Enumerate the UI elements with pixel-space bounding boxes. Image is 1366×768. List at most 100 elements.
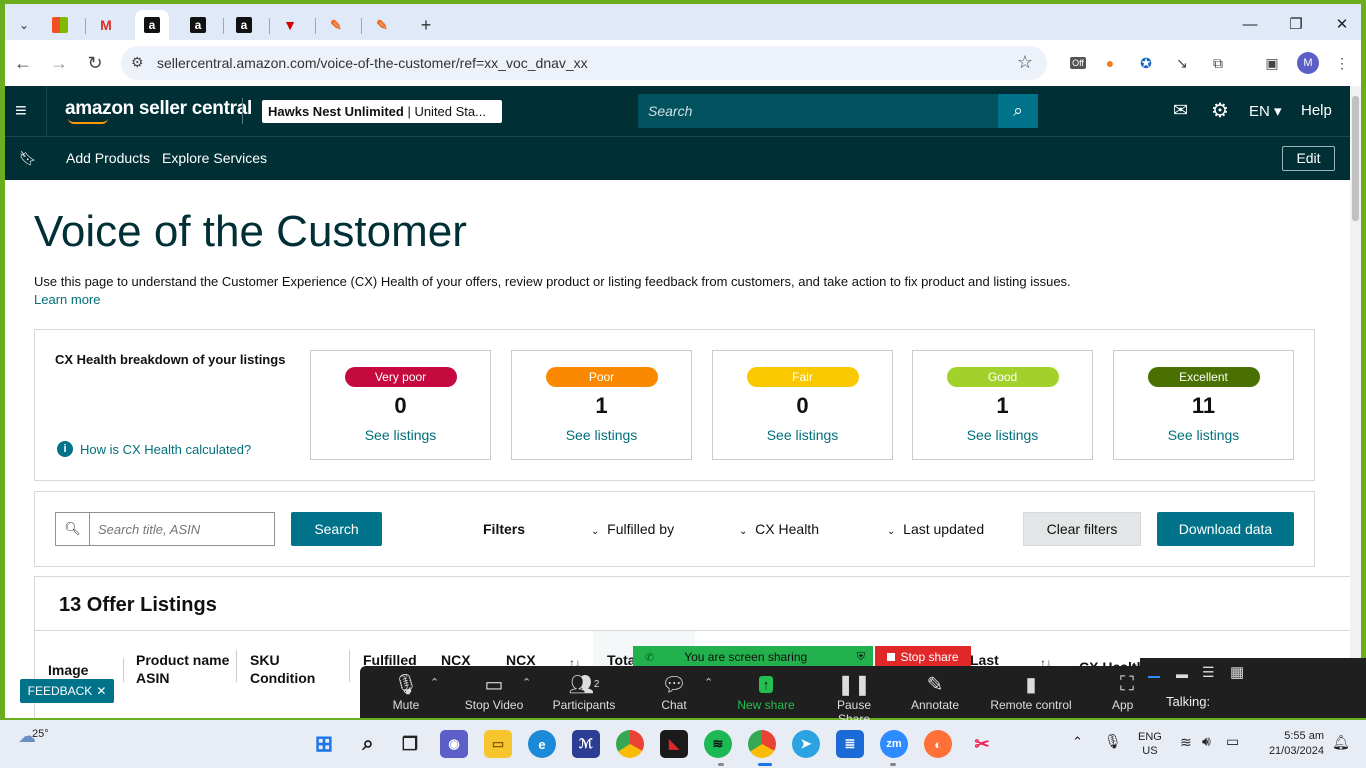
side-panel-icon[interactable]: ▣ (1261, 52, 1283, 74)
see-listings-link[interactable]: See listings (1114, 427, 1293, 443)
view-stack-icon[interactable]: ☰ (1202, 664, 1215, 681)
clock[interactable]: 5:55 am 21/03/2024 (1256, 729, 1324, 759)
forward-button[interactable]: → (45, 49, 73, 77)
stop-video-button[interactable]: ▭ Stop Video (460, 670, 528, 716)
hamburger-menu-icon[interactable]: ≡ (15, 100, 27, 123)
column-product-name[interactable]: Product name ASIN (136, 651, 229, 687)
teams-icon[interactable]: ◉ (440, 730, 468, 758)
tab-amazon-2[interactable]: a (181, 10, 215, 40)
header-search-input[interactable]: Search (638, 94, 998, 128)
see-listings-link[interactable]: See listings (913, 427, 1092, 443)
chevron-up-icon[interactable]: ⌃ (430, 676, 439, 689)
apps-button[interactable]: ⛶ App (1112, 670, 1142, 716)
see-listings-link[interactable]: See listings (713, 427, 892, 443)
nav-explore-services[interactable]: Explore Services (162, 150, 267, 166)
extension-orange-icon[interactable]: ● (1099, 52, 1121, 74)
extension-off-icon[interactable]: Off (1067, 52, 1089, 74)
extensions-puzzle-icon[interactable]: ⧉ (1207, 52, 1229, 74)
telegram-icon[interactable]: ➤ (792, 730, 820, 758)
site-info-icon[interactable]: ⚙ (131, 54, 144, 71)
reload-button[interactable]: ↻ (81, 49, 109, 77)
bookmark-star-icon[interactable]: ☆ (1017, 52, 1033, 73)
new-tab-button[interactable]: + (409, 10, 443, 40)
address-bar[interactable]: ⚙ sellercentral.amazon.com/voice-of-the-… (121, 46, 1047, 80)
language-selector[interactable]: EN ▾ (1249, 102, 1282, 120)
nav-add-products[interactable]: Add Products (66, 150, 150, 166)
stop-share-button[interactable]: Stop share (875, 646, 971, 668)
filter-cx-health[interactable]: ⌄ CX Health (739, 521, 819, 537)
file-explorer-icon[interactable]: ▭ (484, 730, 512, 758)
help-link[interactable]: Help (1301, 102, 1332, 119)
spotify-icon[interactable]: ≋ (704, 730, 732, 758)
annotate-button[interactable]: ✎ Annotate (908, 670, 962, 716)
restore-button[interactable]: ❐ (1273, 10, 1319, 38)
chrome-icon[interactable] (616, 730, 644, 758)
start-windows-icon[interactable]: ⊞ (310, 730, 338, 758)
chat-button[interactable]: 💬︎ Chat (650, 670, 698, 716)
feedback-button[interactable]: FEEDBACK ✕ (20, 679, 114, 703)
seller-central-logo[interactable]: amazon seller central (65, 98, 252, 120)
listing-search-input[interactable] (89, 512, 275, 546)
view-grid-icon[interactable]: ▦ (1230, 663, 1244, 681)
see-listings-link[interactable]: See listings (311, 427, 490, 443)
close-window-button[interactable]: ✕ (1319, 10, 1365, 38)
app-red-icon[interactable]: ◣ (660, 730, 688, 758)
filter-fulfilled-by[interactable]: ⌄ Fulfilled by (591, 521, 674, 537)
task-view-icon[interactable]: ❐ (396, 730, 424, 758)
scrollbar-thumb[interactable] (1352, 96, 1359, 221)
pause-share-button[interactable]: ❚❚ Pause Share (820, 670, 888, 727)
chevron-up-icon[interactable]: ⌃ (1072, 734, 1083, 750)
minimize-button[interactable]: — (1227, 10, 1273, 38)
extension-blue-icon[interactable]: ✪ (1135, 52, 1157, 74)
tab-search-button[interactable]: ⌄ (7, 10, 41, 40)
tab-windows[interactable] (43, 10, 77, 40)
tab-triangle[interactable]: ▼ (273, 10, 307, 40)
chevron-up-icon[interactable]: ⌃ (522, 676, 531, 689)
chevron-up-icon[interactable]: ⌃ (704, 676, 713, 689)
clear-filters-button[interactable]: Clear filters (1023, 512, 1141, 546)
column-sku[interactable]: SKU Condition (250, 651, 315, 687)
see-listings-link[interactable]: See listings (512, 427, 691, 443)
extension-arrow-icon[interactable]: ↘ (1171, 52, 1193, 74)
tab-pen-1[interactable]: ✎ (319, 10, 353, 40)
app-blue-icon[interactable]: ℳ (572, 730, 600, 758)
mute-button[interactable]: 🎙︎ Mute (382, 670, 430, 716)
browser-menu-icon[interactable]: ⋮ (1331, 52, 1353, 74)
view-single-icon[interactable]: ▬ (1176, 667, 1188, 681)
tab-gmail[interactable]: M (89, 10, 123, 40)
close-icon[interactable]: ✕ (96, 684, 106, 698)
input-language[interactable]: ENG US (1138, 730, 1162, 758)
messages-icon[interactable]: ✉ (1173, 100, 1188, 121)
column-image[interactable]: Image (48, 661, 88, 679)
edit-nav-button[interactable]: Edit (1282, 146, 1335, 171)
search-button[interactable]: Search (291, 512, 382, 546)
zoom-icon[interactable]: zm (880, 730, 908, 758)
tab-amazon-3[interactable]: a (227, 10, 261, 40)
page-scrollbar[interactable] (1350, 86, 1361, 718)
learn-more-link[interactable]: Learn more (34, 292, 100, 307)
new-share-button[interactable]: ↑ New share (734, 670, 798, 716)
notifications-icon[interactable]: 🔔︎ (1332, 734, 1350, 751)
battery-icon[interactable]: ▭ (1226, 733, 1239, 750)
settings-gear-icon[interactable]: ⚙ (1211, 98, 1229, 123)
tab-amazon-active[interactable]: a (135, 10, 169, 40)
chrome-profile-icon[interactable] (748, 730, 776, 758)
how-calculated-link[interactable]: How is CX Health calculated? (80, 442, 251, 457)
notepad-icon[interactable]: ≣ (836, 730, 864, 758)
microphone-icon[interactable]: 🎙︎ (1104, 733, 1122, 750)
wifi-icon[interactable]: ≋ (1180, 734, 1192, 751)
search-icon[interactable]: ⌕ (354, 730, 382, 758)
remote-control-button[interactable]: ▮ Remote control (988, 670, 1074, 716)
bookmark-icon[interactable]: 🔖︎ (19, 150, 37, 167)
download-data-button[interactable]: Download data (1157, 512, 1294, 546)
volume-icon[interactable]: 🔊︎ (1202, 733, 1211, 750)
search-icon[interactable]: ⌕ (998, 94, 1038, 128)
minimize-panel-icon[interactable] (1148, 676, 1160, 678)
filter-last-updated[interactable]: ⌄ Last updated (887, 521, 984, 537)
snipping-tool-icon[interactable]: ✂ (968, 730, 996, 758)
edge-icon[interactable]: e (528, 730, 556, 758)
participants-button[interactable]: 👥︎ 2 Participants (548, 670, 620, 716)
firefox-icon[interactable]: ◐ (924, 730, 952, 758)
back-button[interactable]: ← (9, 49, 37, 77)
profile-avatar[interactable]: M (1297, 52, 1319, 74)
